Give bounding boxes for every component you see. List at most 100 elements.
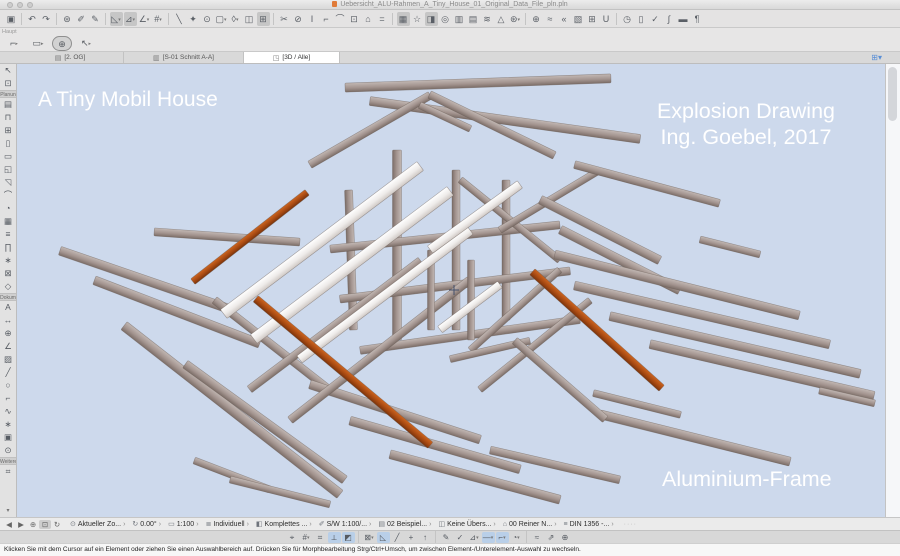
minimize-button[interactable] [17,2,23,8]
spline-icon[interactable]: ∫ [663,12,676,26]
circle-tool[interactable]: ○ [0,379,16,392]
close-button[interactable] [7,2,13,8]
wave-icon[interactable]: ≈ [531,532,544,543]
settings-icon[interactable]: ⊛▾ [509,12,522,26]
schedule-icon[interactable]: ≋ [481,12,494,26]
inject-parameters-icon[interactable]: ✐ [75,12,88,26]
ghost-story-icon[interactable]: ◎ [439,12,452,26]
zoom-in-button[interactable]: ⊕ [27,520,39,529]
beam-gray[interactable] [574,161,721,208]
slab-tool[interactable]: ◱ [0,163,16,176]
suspend-groups-icon[interactable]: ⊠▾ [363,532,376,543]
orbit-tool-button[interactable]: ⊕ [52,36,72,51]
origin-icon[interactable]: ⊕ [559,532,572,543]
guide-segment-icon[interactable]: ╲ [173,12,186,26]
diagonal-line-icon[interactable]: ╱ [391,532,404,543]
scrollbar-thumb[interactable] [888,67,897,121]
guide-lines-icon[interactable]: ◺ [377,532,390,543]
fill-tool[interactable]: ▨ [0,353,16,366]
hatch-icon[interactable]: ▧ [572,12,585,26]
orbit-button[interactable]: ↻ [51,520,63,529]
angle-dimension-tool[interactable]: ∠ [0,340,16,353]
image-icon[interactable]: ▥ [453,12,466,26]
arrow-tool[interactable]: ↖ [0,64,16,77]
grid-snap-icon[interactable]: #▾ [152,12,165,26]
graphic-override-dropdown[interactable]: ◫Keine Übers...› [438,520,495,528]
more-tool[interactable]: ⌗ [0,465,16,478]
roof-tool[interactable]: ◹ [0,176,16,189]
section-marker-icon[interactable]: ◫ [243,12,256,26]
beam-gray[interactable] [345,74,611,92]
orientation-dropdown[interactable]: ↻0.00°› [132,520,161,528]
marquee-tool[interactable]: ⊡ [0,77,16,90]
trim-icon[interactable]: ⊘ [292,12,305,26]
note-icon[interactable]: ¶ [691,12,704,26]
save-icon[interactable]: ▣ [5,12,18,26]
rotate-view-icon[interactable]: ⊙ [201,12,214,26]
toolbox-scroll-down-icon[interactable]: ▾ [0,507,16,517]
tab-overview-icon[interactable]: ⊞▾ [871,53,882,62]
camera-tool[interactable]: ⊙ [0,444,16,457]
slope-icon[interactable]: ⊿▾ [468,532,481,543]
angle-lock-icon[interactable]: ⌐▾ [496,532,509,543]
lamp-tool[interactable]: ∗ [0,254,16,267]
favorites-icon[interactable]: ▦ [397,12,410,26]
hotspot-tool[interactable]: ∗ [0,418,16,431]
crosshair-icon[interactable]: + [405,532,418,543]
grid-snap-icon[interactable]: #▾ [300,532,313,543]
line-tool[interactable]: ╱ [0,366,16,379]
beam-gray[interactable] [599,410,791,466]
group-toggle-icon[interactable]: ⊞ [257,12,270,26]
check-icon[interactable]: ✓ [454,532,467,543]
renovation-filter-dropdown[interactable]: ⌂00 Reiner N...› [503,521,557,528]
pen-set-dropdown[interactable]: ✐S/W 1:100/...› [319,520,372,528]
model-view-dropdown[interactable]: ◧Komplettes ...› [256,520,312,528]
shell-tool[interactable]: ⌒ [0,189,16,202]
library-icon[interactable]: ▤ [467,12,480,26]
pen-icon[interactable]: ✎ [440,532,453,543]
measure-icon[interactable]: ✎ [89,12,102,26]
figure-tool[interactable]: ▣ [0,431,16,444]
beam-gray[interactable] [154,228,300,246]
object-tool[interactable]: ⊠ [0,267,16,280]
railing-tool[interactable]: ∏ [0,241,16,254]
beam-gray[interactable] [452,170,460,330]
marquee-tool-button[interactable]: ▭▸ [28,36,48,51]
clock-icon[interactable]: ◷ [621,12,634,26]
align-icon[interactable]: = [376,12,389,26]
layout-icon[interactable]: ▬ [677,12,690,26]
guide-lines-icon[interactable]: ◺▾ [110,12,123,26]
home-story-icon[interactable]: ⌂ [362,12,375,26]
beam-gray[interactable] [699,236,761,258]
back-button[interactable]: ◀ [3,520,15,529]
level-dimension-tool[interactable]: ⊕ [0,327,16,340]
check-icon[interactable]: ✓ [649,12,662,26]
column-tool[interactable]: ▯ [0,137,16,150]
stair-tool[interactable]: ≡ [0,228,16,241]
redo-icon[interactable]: ↷ [40,12,53,26]
text-tool[interactable]: A [0,301,16,314]
table-icon[interactable]: ⊞ [586,12,599,26]
link-icon[interactable]: ⊕ [530,12,543,26]
underline-icon[interactable]: U [600,12,613,26]
zoom-button[interactable] [27,2,33,8]
layers-icon[interactable]: ◨ [425,12,438,26]
scale-dropdown[interactable]: ▭1:100› [168,520,199,528]
door-tool[interactable]: ⊓ [0,111,16,124]
fillet-icon[interactable]: ⌐ [320,12,333,26]
resize-icon[interactable]: ⊡ [348,12,361,26]
skylight-tool[interactable]: ◔ [0,202,16,215]
tab-floor-plan[interactable]: ▤[2. OG] [17,52,124,63]
snap-reference-icon[interactable]: ⟂ [328,532,341,543]
morph-tool[interactable]: ◇ [0,280,16,293]
forward-button[interactable]: ▶ [15,520,27,529]
vector-icon[interactable]: ⇗ [545,532,558,543]
cursor-up-icon[interactable]: ↑ [419,532,432,543]
spline-tool[interactable]: ∿ [0,405,16,418]
marquee-box-icon[interactable]: ▢▾ [215,12,228,26]
window-tool[interactable]: ⊞ [0,124,16,137]
3d-viewport[interactable]: A Tiny Mobil House Explosion Drawing Ing… [17,64,885,517]
tab-3d-all[interactable]: ◳[3D / Alle] [244,52,340,63]
arc-icon[interactable]: ◔▾ [510,532,523,543]
dimension-standard-dropdown[interactable]: ≡DIN 1356 -...› [564,521,614,528]
